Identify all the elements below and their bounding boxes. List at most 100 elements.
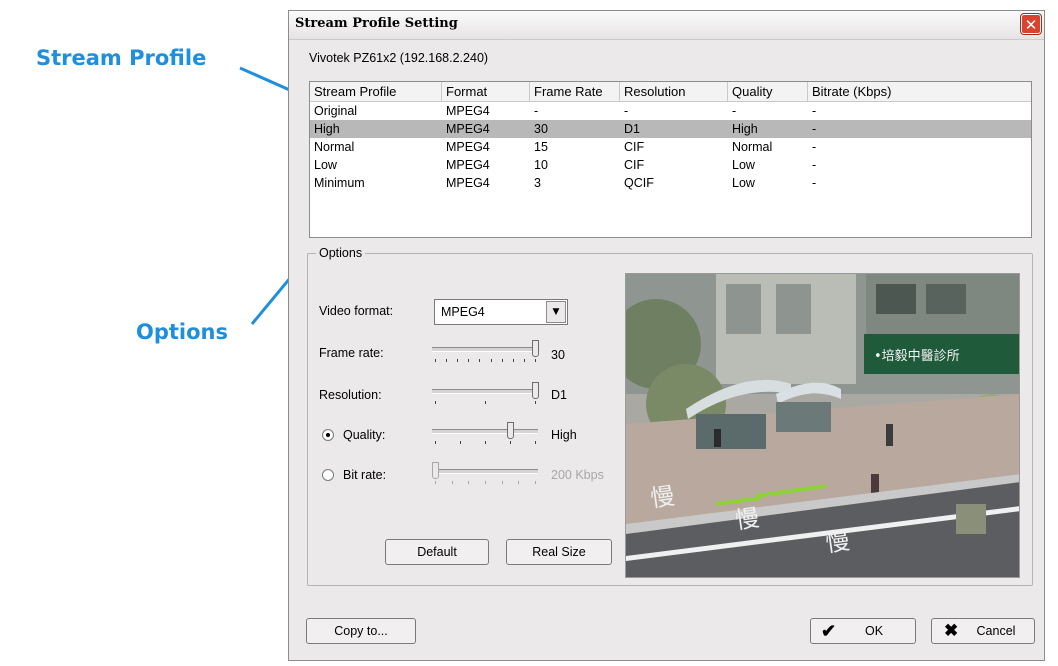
bitrate-radio[interactable]: [322, 469, 334, 481]
slider-tick: [435, 441, 436, 444]
frame-rate-label: Frame rate:: [319, 346, 384, 360]
quality-label: Quality:: [343, 428, 386, 442]
bitrate-slider[interactable]: [432, 462, 538, 486]
cancel-button[interactable]: ✖ Cancel: [931, 618, 1035, 644]
table-cell: MPEG4: [446, 158, 490, 172]
slider-tick: [485, 481, 486, 484]
slider-tick: [451, 481, 453, 484]
chevron-down-icon[interactable]: ▼: [546, 301, 566, 323]
resolution-value: D1: [551, 388, 567, 402]
table-cell: CIF: [624, 158, 645, 172]
table-cell: Minimum: [314, 176, 365, 190]
ok-button[interactable]: ✔ OK: [810, 618, 916, 644]
slider-tick: [460, 441, 461, 444]
video-format-select[interactable]: MPEG4 ▼: [434, 299, 568, 325]
table-cell: MPEG4: [446, 122, 490, 136]
table-cell: 30: [534, 122, 548, 136]
slider-tick: [512, 359, 514, 362]
slider-thumb[interactable]: [532, 340, 539, 357]
frame-rate-slider[interactable]: [432, 340, 539, 364]
resolution-label: Resolution:: [319, 388, 382, 402]
resolution-slider[interactable]: [432, 382, 539, 406]
slider-tick: [501, 359, 503, 362]
real-size-button[interactable]: Real Size: [506, 539, 612, 565]
table-cell: -: [812, 104, 817, 118]
slider-thumb[interactable]: [432, 462, 439, 479]
bitrate-label: Bit rate:: [343, 468, 387, 482]
table-cell: CIF: [624, 140, 645, 154]
slider-track: [432, 389, 538, 394]
road-marking-1: 慢: [649, 482, 677, 513]
road-marking-2: 慢: [733, 504, 761, 535]
table-row[interactable]: Normal MPEG4 15 CIF Normal -: [310, 138, 1031, 156]
shop-sign-text: •培毅中醫診所: [874, 348, 960, 364]
slider-track: [432, 469, 538, 474]
slider-tick: [535, 441, 536, 444]
slider-tick: [435, 359, 436, 362]
options-group-title: Options: [316, 246, 366, 260]
slider-track: [432, 347, 538, 352]
column-header-resolution[interactable]: Resolution: [620, 82, 728, 101]
slider-tick: [468, 359, 470, 362]
slider-tick: [535, 359, 536, 362]
street-scene-illustration: •培毅中醫診所 慢 慢 慢: [626, 274, 1019, 577]
slider-track: [432, 429, 538, 434]
table-cell: -: [534, 104, 539, 118]
table-cell: -: [812, 140, 817, 154]
table-cell: MPEG4: [446, 176, 490, 190]
column-header-format[interactable]: Format: [442, 82, 530, 101]
slider-tick: [457, 359, 459, 362]
list-header: Stream Profile Format Frame Rate Resolut…: [310, 82, 1031, 102]
table-cell: Normal: [732, 140, 773, 154]
checkmark-icon: ✔: [821, 621, 837, 641]
quality-slider[interactable]: [432, 422, 538, 446]
quality-value: High: [551, 428, 577, 442]
table-cell: 10: [534, 158, 548, 172]
cancel-x-icon: ✖: [944, 621, 959, 640]
copy-to-button[interactable]: Copy to...: [306, 618, 416, 644]
table-cell: -: [812, 158, 817, 172]
table-row[interactable]: High MPEG4 30 D1 High -: [310, 120, 1031, 138]
slider-thumb[interactable]: [507, 422, 514, 439]
column-header-stream-profile[interactable]: Stream Profile: [310, 82, 442, 101]
video-format-label: Video format:: [319, 304, 394, 318]
device-label: Vivotek PZ61x2 (192.168.2.240): [309, 51, 489, 65]
table-cell: -: [624, 104, 629, 118]
column-header-quality[interactable]: Quality: [728, 82, 808, 101]
table-cell: Low: [314, 158, 337, 172]
table-cell: High: [732, 122, 758, 136]
camera-preview-image: •培毅中醫診所 慢 慢 慢: [625, 273, 1020, 578]
table-row[interactable]: Low MPEG4 10 CIF Low -: [310, 156, 1031, 174]
slider-tick: [490, 359, 492, 362]
default-button[interactable]: Default: [385, 539, 489, 565]
close-icon: ✕: [1024, 16, 1038, 34]
cancel-button-label: Cancel: [976, 624, 1016, 638]
stream-profile-list[interactable]: Stream Profile Format Frame Rate Resolut…: [309, 81, 1032, 238]
column-header-bitrate[interactable]: Bitrate (Kbps): [808, 82, 1033, 101]
title-bar[interactable]: Stream Profile Setting ✕: [289, 11, 1044, 40]
quality-radio[interactable]: [322, 429, 334, 441]
slider-tick: [479, 359, 481, 362]
slider-thumb[interactable]: [532, 382, 539, 399]
table-cell: High: [314, 122, 340, 136]
table-row[interactable]: Original MPEG4 - - - -: [310, 102, 1031, 120]
ok-button-label: OK: [864, 624, 884, 638]
slider-tick: [446, 359, 448, 362]
table-cell: 3: [534, 176, 541, 190]
slider-tick: [535, 481, 536, 484]
close-button[interactable]: ✕: [1020, 13, 1042, 35]
video-format-value: MPEG4: [441, 305, 485, 319]
radio-selected-dot: [326, 433, 330, 437]
slider-tick: [510, 441, 511, 444]
dialog-title: Stream Profile Setting: [295, 16, 458, 31]
road-marking-3: 慢: [824, 527, 852, 558]
column-header-frame-rate[interactable]: Frame Rate: [530, 82, 620, 101]
table-cell: Low: [732, 158, 755, 172]
table-cell: Low: [732, 176, 755, 190]
table-cell: MPEG4: [446, 104, 490, 118]
slider-tick: [518, 481, 520, 484]
table-row[interactable]: Minimum MPEG4 3 QCIF Low -: [310, 174, 1031, 192]
slider-tick: [485, 401, 486, 404]
stream-profile-dialog: Stream Profile Setting ✕ Vivotek PZ61x2 …: [288, 10, 1045, 661]
slider-tick: [535, 401, 536, 404]
